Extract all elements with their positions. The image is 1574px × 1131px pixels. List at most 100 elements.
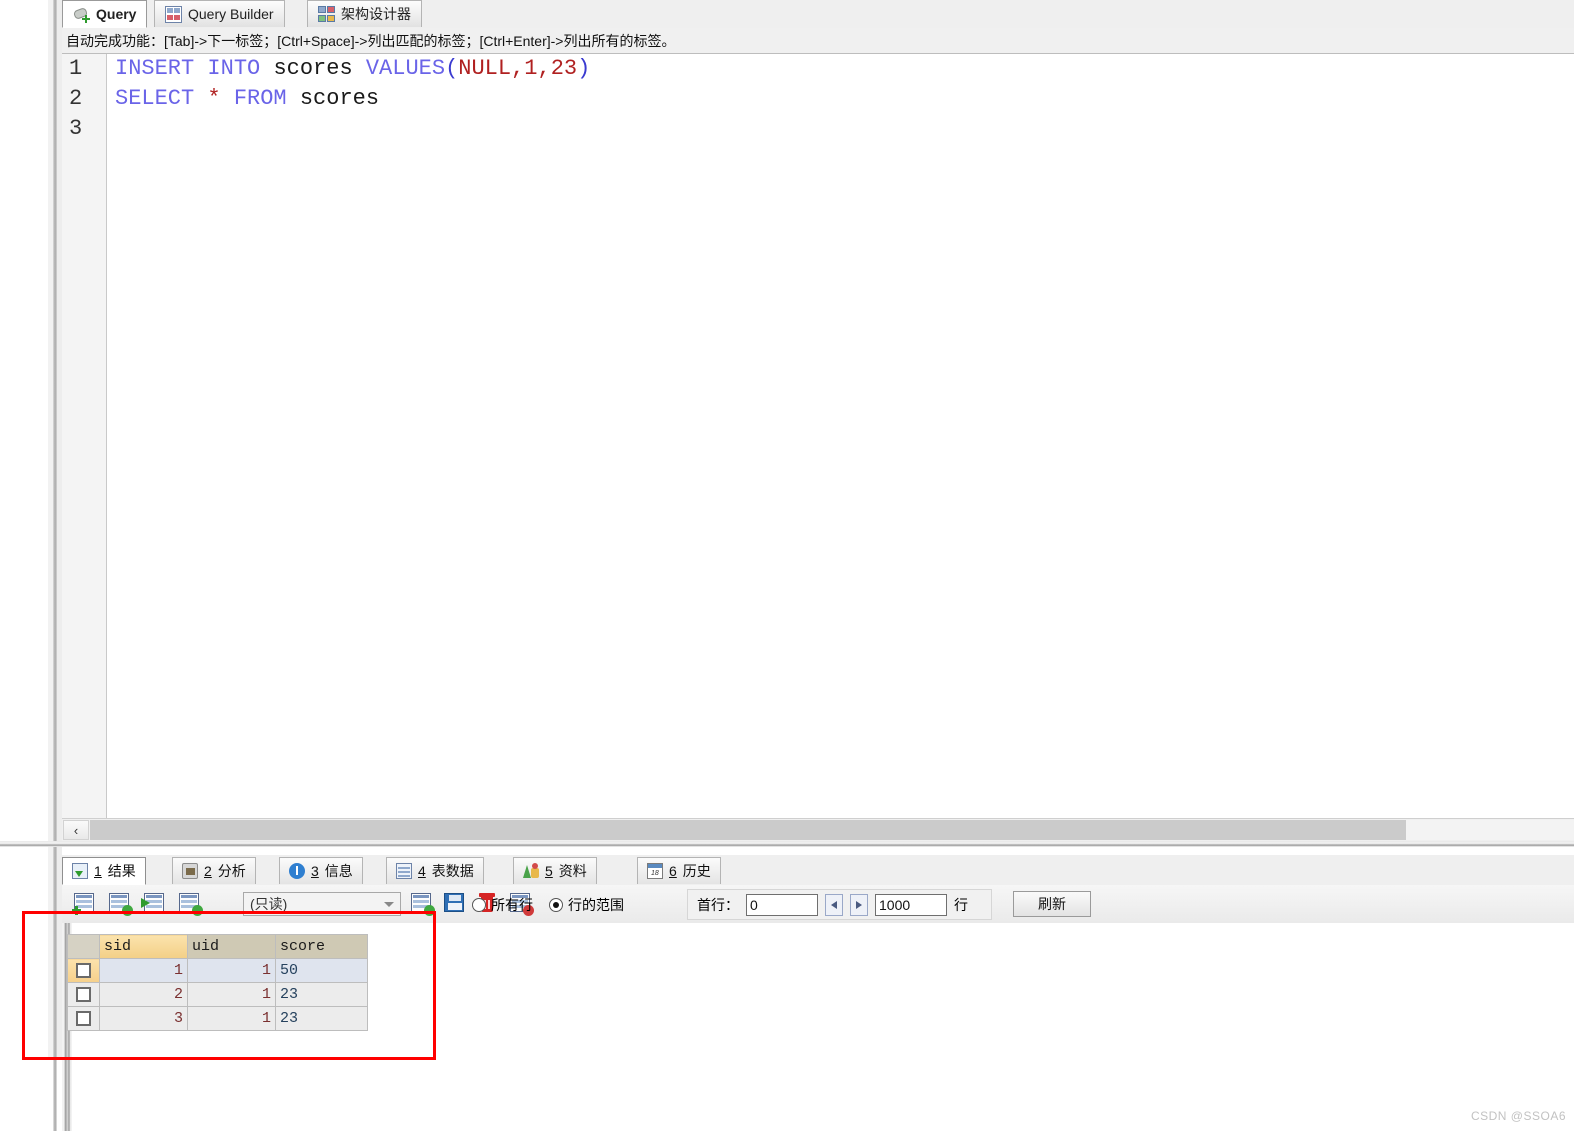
result-tab-profile-label: 资料 (558, 863, 587, 879)
grid-add-icon[interactable] (72, 893, 96, 915)
result-panel: 1 结果 2 分析 3 信息 4 表数据 5 资料 18 6 历史 (只读) 所… (62, 855, 1574, 1131)
vertical-splitter-lower[interactable] (48, 1060, 62, 1131)
cell-sid[interactable]: 3 (99, 1006, 188, 1031)
line-number: 2 (69, 86, 83, 111)
watermark: CSDN @SSOA6 (1470, 1109, 1566, 1123)
result-tab-analyze[interactable]: 2 分析 (172, 857, 256, 884)
result-tab-table-data-num: 4 (418, 863, 426, 879)
code-token: SELECT (115, 86, 195, 111)
row-range-controls: 首行： 行 (687, 889, 992, 920)
table-row[interactable]: 3 1 23 (67, 1006, 368, 1031)
info-icon (289, 863, 305, 879)
scroll-left-arrow-icon[interactable]: ‹ (63, 820, 89, 840)
result-tab-results-label: 结果 (107, 863, 136, 879)
result-tab-results[interactable]: 1 结果 (62, 857, 146, 885)
table-row[interactable]: 2 1 23 (67, 982, 368, 1007)
result-tab-analyze-label: 分析 (217, 863, 246, 879)
cell-sid[interactable]: 1 (99, 958, 188, 983)
radio-row-range[interactable]: 行的范围 (549, 895, 624, 915)
radio-all-rows[interactable]: 所有行 (472, 895, 533, 915)
result-tab-history-label: 历史 (682, 863, 711, 879)
result-toolbar: (只读) 所有行 行的范围 首行： 0 1000 行 刷新 (62, 885, 1574, 924)
sql-editor[interactable]: 1 2 3 INSERT INTO scores VALUES(NULL,1,2… (62, 54, 1574, 818)
result-grid[interactable]: sid uid score 1 1 50 2 1 23 3 1 23 (67, 934, 368, 1031)
row-selector[interactable] (67, 982, 100, 1007)
code-token: FROM (233, 86, 287, 111)
readonly-mode-select[interactable]: (只读) (243, 892, 401, 916)
cell-uid[interactable]: 1 (187, 1006, 276, 1031)
cell-score[interactable]: 23 (275, 1006, 368, 1031)
refresh-button[interactable]: 刷新 (1013, 891, 1091, 917)
result-tab-info[interactable]: 3 信息 (279, 857, 363, 884)
grid-refresh-icon[interactable] (109, 893, 133, 916)
row-selector[interactable] (67, 1006, 100, 1031)
autocomplete-hint-bar: 自动完成功能：[Tab]->下一标签；[Ctrl+Space]->列出匹配的标签… (62, 28, 1574, 54)
first-row-input[interactable] (746, 893, 818, 916)
row-count-input[interactable] (875, 893, 947, 916)
code-token: * (207, 86, 221, 111)
tab-query-builder[interactable]: Query Builder (154, 0, 285, 27)
row-range-next-button[interactable] (850, 893, 868, 916)
result-grid-container: sid uid score 1 1 50 2 1 23 3 1 23 (62, 923, 1574, 1131)
cell-score[interactable]: 50 (275, 958, 368, 983)
result-tab-bar: 1 结果 2 分析 3 信息 4 表数据 5 资料 18 6 历史 (62, 855, 1574, 886)
result-tab-profile-num: 5 (545, 863, 553, 879)
history-calendar-icon: 18 (647, 863, 663, 879)
top-tab-bar: Query Query Builder 架构设计器 (62, 0, 1574, 29)
result-tab-history[interactable]: 18 6 历史 (637, 857, 721, 884)
grid-apply-icon[interactable] (141, 893, 166, 914)
result-tab-info-label: 信息 (324, 863, 353, 879)
grid-corner-header[interactable] (67, 934, 100, 959)
row-checkbox-icon[interactable] (76, 1010, 91, 1026)
line-number: 1 (69, 56, 83, 81)
editor-horizontal-scrollbar[interactable]: ‹ (62, 818, 1574, 841)
row-selector[interactable] (67, 958, 100, 983)
scrollbar-track[interactable] (90, 820, 1574, 840)
vertical-splitter[interactable] (48, 0, 62, 1131)
cell-uid[interactable]: 1 (187, 982, 276, 1007)
radio-row-range-label: 行的范围 (568, 897, 624, 913)
tab-query[interactable]: Query (62, 0, 148, 28)
line-number-gutter: 1 2 3 (62, 54, 107, 818)
column-header-sid[interactable]: sid (99, 934, 188, 959)
cell-sid[interactable]: 2 (99, 982, 188, 1007)
column-header-score[interactable]: score (275, 934, 368, 959)
result-tab-info-num: 3 (311, 863, 319, 879)
cell-uid[interactable]: 1 (187, 958, 276, 983)
code-token: ( (445, 56, 459, 81)
result-tab-profile[interactable]: 5 资料 (513, 857, 597, 884)
sql-code-area[interactable]: INSERT INTO scores VALUES(NULL,1,23) SEL… (107, 54, 1574, 818)
line-number: 3 (69, 116, 83, 141)
save-icon[interactable] (444, 893, 466, 914)
schema-designer-icon (318, 5, 335, 23)
tab-schema-designer-label: 架构设计器 (341, 6, 411, 22)
left-edge-strip (0, 0, 48, 1131)
cell-score[interactable]: 23 (275, 982, 368, 1007)
tab-query-builder-label: Query Builder (188, 6, 274, 22)
code-token: , (537, 56, 551, 81)
result-tab-table-data-label: 表数据 (431, 863, 474, 879)
row-checkbox-icon[interactable] (76, 986, 91, 1002)
table-row[interactable]: 1 1 50 (67, 958, 368, 983)
code-line: INSERT INTO scores VALUES(NULL,1,23) (115, 54, 1574, 84)
row-range-prev-button[interactable] (825, 893, 843, 916)
query-builder-grid-icon (165, 5, 182, 23)
tab-schema-designer[interactable]: 架构设计器 (307, 0, 422, 27)
scrollbar-thumb[interactable] (90, 820, 1406, 840)
grid-revert-icon[interactable] (179, 893, 203, 916)
column-header-uid[interactable]: uid (187, 934, 276, 959)
row-checkbox-icon[interactable] (76, 962, 91, 978)
refresh-button-label: 刷新 (1038, 896, 1066, 912)
analyze-icon (182, 863, 198, 879)
chevron-down-icon (384, 902, 394, 907)
grid-export-icon[interactable] (411, 893, 435, 916)
result-tab-table-data[interactable]: 4 表数据 (386, 857, 484, 884)
readonly-mode-value: (只读) (250, 896, 288, 912)
horizontal-splitter[interactable] (0, 841, 1574, 847)
